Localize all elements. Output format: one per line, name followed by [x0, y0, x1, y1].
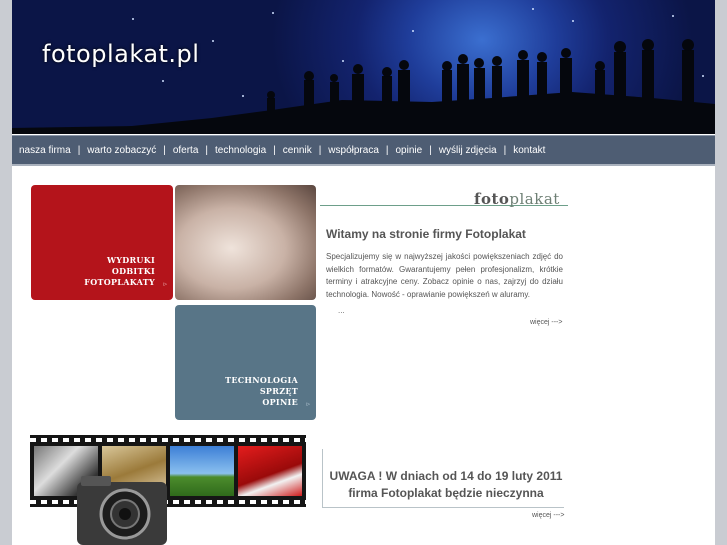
- brand-suffix: plakat: [509, 190, 560, 208]
- brand-wordmark: fotoplakat: [474, 190, 560, 208]
- tile-line: OPINIE: [262, 397, 298, 407]
- tile-line: SPRZĘT: [259, 386, 298, 396]
- tile-line: FOTOPLAKATY: [84, 277, 155, 287]
- tile-line: ODBITKI: [111, 266, 155, 276]
- more-link-notice[interactable]: więcej --->: [532, 512, 564, 519]
- site-logo[interactable]: fotoplakat.pl: [42, 40, 199, 68]
- notice-underline: [322, 507, 564, 508]
- tile-line: TECHNOLOGIA: [225, 375, 298, 385]
- nav-item-wspolpraca[interactable]: współpraca: [321, 145, 386, 156]
- nav-item-oferta[interactable]: oferta: [166, 145, 206, 156]
- arrow-icon: ▹: [306, 401, 310, 408]
- tile-prints-label: WYDRUKI ODBITKI FOTOPLAKATY: [84, 255, 155, 288]
- nav-item-nasza-firma[interactable]: nasza firma: [12, 145, 78, 156]
- nav-item-wyslij-zdjecia[interactable]: wyślij zdjęcia: [432, 145, 504, 156]
- welcome-title: Witamy na stronie firmy Fotoplakat: [326, 227, 526, 241]
- nav-item-kontakt[interactable]: kontakt: [506, 145, 552, 156]
- welcome-text: Specjalizujemy się w najwyższej jakości …: [326, 252, 563, 299]
- tile-technology-label: TECHNOLOGIA SPRZĘT OPINIE: [225, 375, 298, 408]
- nav-item-opinie[interactable]: opinie: [389, 145, 430, 156]
- mother-baby-photo: [175, 185, 316, 300]
- welcome-ellipsis: ...: [338, 306, 345, 315]
- arrow-icon: ▹: [163, 281, 167, 288]
- notice-border: [322, 449, 323, 508]
- header-banner: fotoplakat.pl: [12, 0, 715, 134]
- notice-line-2: firma Fotoplakat będzie nieczynna: [348, 486, 544, 500]
- film-photo-windmill: [170, 446, 234, 496]
- nav-item-warto-zobaczyc[interactable]: warto zobaczyć: [80, 145, 163, 156]
- nav-item-technologia[interactable]: technologia: [208, 145, 273, 156]
- notice-line-1: UWAGA ! W dniach od 14 do 19 luty 2011: [329, 469, 563, 483]
- main-nav: nasza firma | warto zobaczyć | oferta | …: [12, 135, 715, 166]
- brand-prefix: foto: [474, 190, 510, 208]
- camera-icon: [77, 476, 167, 545]
- film-perforation: [30, 438, 306, 442]
- tile-line: WYDRUKI: [106, 255, 155, 265]
- nav-item-cennik[interactable]: cennik: [276, 145, 319, 156]
- film-photo-red: [238, 446, 302, 496]
- page: fotoplakat.pl nasza firma | warto zobacz…: [12, 0, 715, 545]
- more-link-welcome[interactable]: więcej --->: [530, 319, 562, 326]
- tile-technology[interactable]: TECHNOLOGIA SPRZĘT OPINIE ▹: [175, 305, 316, 420]
- tile-prints[interactable]: WYDRUKI ODBITKI FOTOPLAKATY ▹: [31, 185, 173, 300]
